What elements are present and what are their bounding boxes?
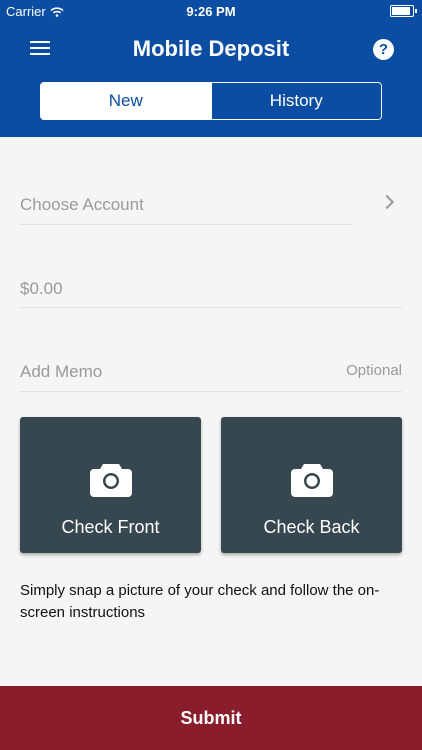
app-header: Mobile Deposit ? New History [0, 22, 422, 137]
amount-input[interactable]: $0.00 [20, 279, 63, 299]
battery-icon [390, 5, 417, 17]
check-back-label: Check Back [263, 517, 360, 537]
choose-account-field[interactable]: Choose Account [20, 195, 144, 215]
account-divider [20, 224, 352, 225]
camera-icon [89, 464, 132, 497]
page-title: Mobile Deposit [132, 36, 290, 61]
check-front-button[interactable]: Check Front [20, 417, 201, 553]
help-icon[interactable]: ? [373, 39, 394, 60]
camera-icon [290, 464, 333, 497]
submit-button[interactable]: Submit [0, 686, 422, 750]
status-time: 9:26 PM [186, 4, 236, 19]
segmented-control: New History [40, 82, 382, 120]
battery-fill [392, 7, 410, 15]
status-bar: Carrier 9:26 PM [0, 0, 422, 22]
instructions-text: Simply snap a picture of your check and … [20, 582, 380, 621]
check-back-button[interactable]: Check Back [221, 417, 402, 553]
tab-new[interactable]: New [41, 83, 211, 119]
chevron-right-icon[interactable] [379, 194, 395, 210]
memo-input[interactable]: Add Memo [20, 362, 102, 382]
memo-optional-label: Optional [346, 362, 402, 379]
tab-history[interactable]: History [210, 83, 381, 119]
check-front-label: Check Front [61, 517, 160, 537]
memo-divider [20, 391, 402, 392]
amount-divider [20, 307, 402, 308]
